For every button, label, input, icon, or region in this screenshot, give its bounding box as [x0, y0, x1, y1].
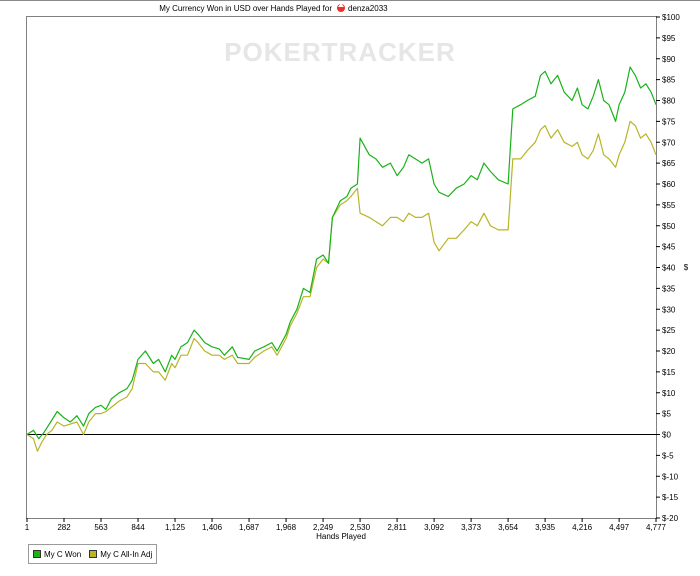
chart-legend: My C Won My C All-In Adj — [28, 544, 158, 564]
y-tick-label: $15 — [662, 368, 676, 377]
watermark: POKERTRACKER — [224, 37, 456, 67]
y-tick-label: $50 — [662, 222, 676, 231]
y-tick-label: $100 — [662, 13, 680, 22]
player-icon — [337, 3, 345, 12]
y-tick-label: $65 — [662, 159, 676, 168]
y-tick-label: $0 — [662, 431, 671, 440]
x-tick-label: 3,935 — [535, 523, 556, 532]
y-tick-label: $-10 — [662, 472, 679, 481]
legend-label-won: My C Won — [44, 549, 82, 559]
y-tick-label: $35 — [662, 284, 676, 293]
plot-area — [26, 16, 657, 519]
y-tick-label: $45 — [662, 243, 676, 252]
y-tick-label: $75 — [662, 117, 676, 126]
x-tick-label: 2,530 — [350, 523, 371, 532]
y-tick-label: $90 — [662, 55, 676, 64]
x-tick-label: 1,406 — [202, 523, 223, 532]
x-tick-label: 3,092 — [424, 523, 445, 532]
y-tick-label: $-15 — [662, 493, 679, 502]
x-tick-label: 1,125 — [165, 523, 186, 532]
y-axis: $100 $95 $90 $85 $80 $75 $70 $65 $60 $55 $50 $45 $40… — [656, 13, 680, 523]
y-tick-label: $10 — [662, 389, 676, 398]
x-tick-label: 3,654 — [498, 523, 519, 532]
y-tick-label: $40 — [662, 264, 676, 273]
y-tick-label: $60 — [662, 180, 676, 189]
legend-item-allin[interactable]: My C All-In Adj — [89, 550, 152, 559]
chart-canvas: My Currency Won in USD over Hands Played… — [0, 0, 700, 541]
legend-item-won[interactable]: My C Won — [33, 550, 81, 559]
y-tick-label: $5 — [662, 410, 671, 419]
chart-title: My Currency Won in USD over Hands Played… — [159, 4, 332, 13]
legend-swatch-allin — [89, 550, 98, 558]
y-tick-label: $25 — [662, 326, 676, 335]
x-tick-label: 2,811 — [387, 523, 407, 532]
x-tick-label: 844 — [131, 523, 145, 532]
y-tick-label: $30 — [662, 305, 676, 314]
x-tick-label: 2,249 — [313, 523, 334, 532]
player-name: denza2033 — [348, 4, 388, 13]
x-axis-label: Hands Played — [316, 532, 366, 541]
x-tick-label: 3,373 — [461, 523, 482, 532]
y-tick-label: $70 — [662, 138, 676, 147]
y-tick-label: $80 — [662, 97, 676, 106]
legend-swatch-won — [33, 550, 41, 558]
y-tick-label: $55 — [662, 201, 676, 210]
x-tick-label: 1 — [25, 523, 30, 532]
x-tick-label: 4,777 — [646, 523, 667, 532]
y-axis-label: $ — [684, 263, 689, 272]
x-tick-label: 4,216 — [572, 523, 593, 532]
x-tick-label: 1,968 — [276, 523, 297, 532]
legend-label-allin: My C All-In Adj — [100, 549, 153, 559]
y-tick-label: $85 — [662, 76, 676, 85]
y-tick-label: $-5 — [662, 451, 674, 460]
y-tick-label: $20 — [662, 347, 676, 356]
x-tick-label: 282 — [57, 523, 71, 532]
x-tick-label: 563 — [94, 523, 108, 532]
x-tick-label: 1,687 — [239, 523, 260, 532]
x-tick-label: 4,497 — [609, 523, 630, 532]
y-tick-label: $95 — [662, 34, 676, 43]
x-axis: 1 282 563 844 1,125 1,406 1,687 1,968 2,249 2,530… — [25, 518, 667, 532]
y-tick-label: $-20 — [662, 514, 679, 523]
